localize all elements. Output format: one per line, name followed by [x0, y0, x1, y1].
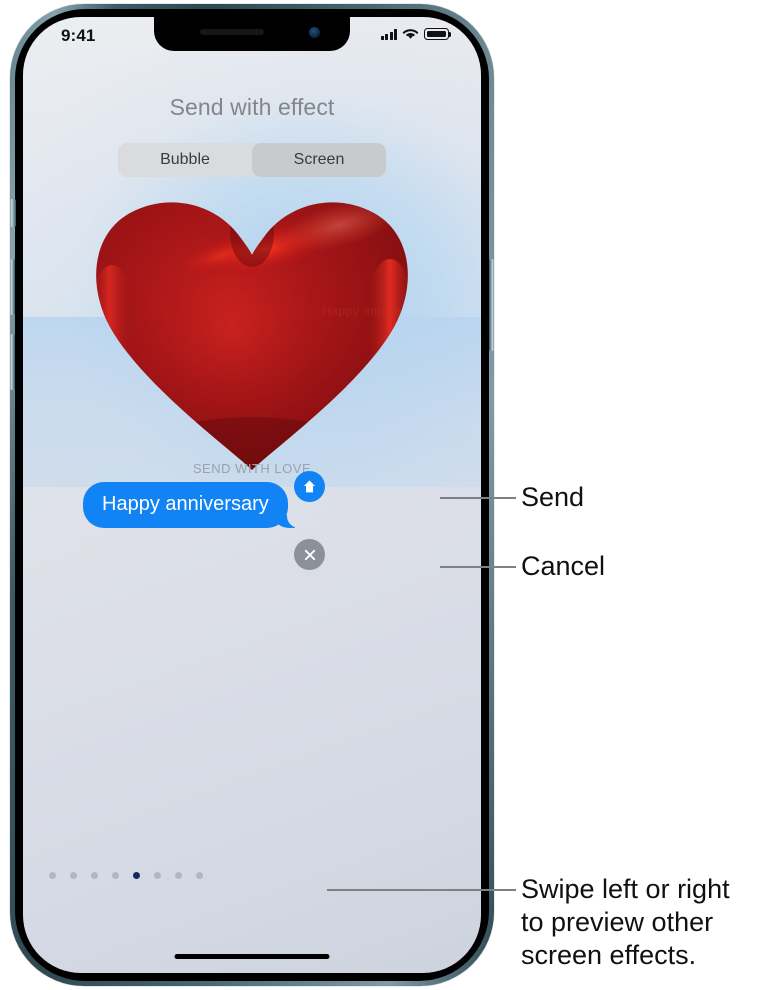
status-icons [380, 28, 452, 40]
close-x-icon [304, 549, 315, 560]
phone-screen: 9:41 Send with effect Bubble Screen Happ… [23, 17, 481, 973]
message-bubble: Happy anniversary [83, 482, 288, 528]
cancel-button[interactable] [294, 539, 325, 570]
signal-bars-icon [380, 29, 397, 40]
callout-label-swipe: Swipe left or right to preview other scr… [521, 874, 730, 970]
front-camera-icon [309, 27, 320, 38]
callout-label-send: Send [521, 482, 585, 512]
tab-bubble[interactable]: Bubble [118, 143, 252, 177]
page-dot[interactable] [175, 872, 182, 879]
page-dot[interactable] [49, 872, 56, 879]
wifi-icon [402, 29, 419, 39]
iphone-device-frame: 9:41 Send with effect Bubble Screen Happ… [10, 4, 494, 986]
callout-label-cancel: Cancel [521, 551, 606, 581]
page-dot[interactable] [196, 872, 203, 879]
callout-line-send [440, 497, 516, 499]
volume-down-button[interactable] [10, 334, 15, 390]
arrow-up-icon [304, 480, 315, 493]
device-notch [154, 17, 350, 51]
ringer-switch-button[interactable] [10, 199, 16, 227]
page-title: Send with effect [169, 94, 335, 120]
earpiece-speaker-icon [200, 29, 264, 35]
callout-line-swipe [327, 889, 516, 891]
battery-icon [424, 28, 452, 40]
home-indicator[interactable] [174, 954, 330, 959]
page-indicator-dots[interactable] [49, 872, 203, 879]
tab-screen[interactable]: Screen [252, 143, 386, 177]
svg-text:Happy anniversary: Happy anniversary [322, 304, 422, 318]
volume-up-button[interactable] [10, 259, 15, 315]
page-dot-active[interactable] [133, 872, 140, 879]
status-time: 9:41 [61, 26, 96, 45]
effect-type-segmented-control[interactable]: Bubble Screen [118, 143, 386, 177]
page-dot[interactable] [112, 872, 119, 879]
page-dot[interactable] [91, 872, 98, 879]
send-button[interactable] [294, 471, 325, 502]
side-power-button[interactable] [489, 259, 494, 351]
callout-line-cancel [440, 566, 516, 568]
page-dot[interactable] [70, 872, 77, 879]
heart-balloon-graphic: Happy anniversary [82, 187, 422, 477]
page-dot[interactable] [154, 872, 161, 879]
effect-name-label: SEND WITH LOVE [192, 461, 312, 476]
